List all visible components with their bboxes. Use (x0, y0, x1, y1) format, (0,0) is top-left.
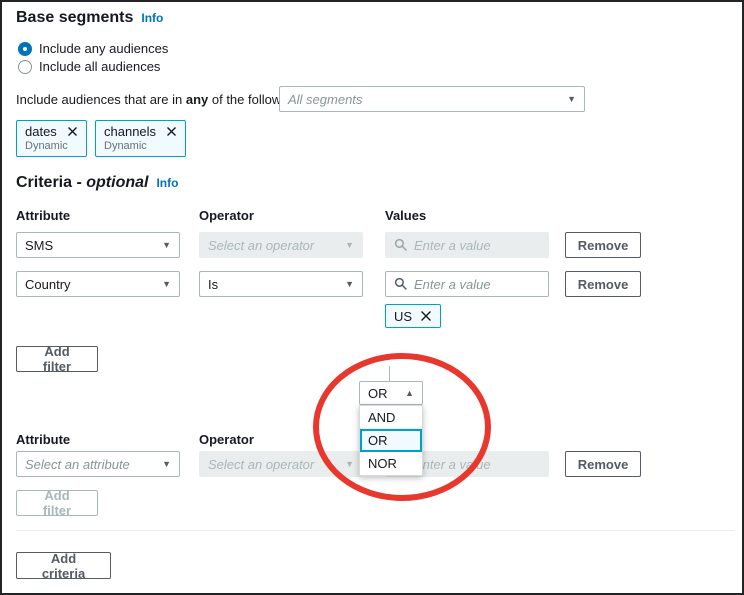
caret-down-icon: ▼ (345, 280, 354, 289)
radio-include-all-label: Include all audiences (39, 59, 160, 74)
close-icon[interactable] (67, 126, 78, 137)
logic-option-and[interactable]: AND (360, 406, 422, 429)
segment-tag-dates: dates Dynamic (16, 120, 87, 157)
segment-tag-channels: channels Dynamic (95, 120, 186, 157)
segments-select-placeholder: All segments (288, 92, 362, 107)
attribute-select-row2[interactable]: Country ▼ (16, 271, 180, 297)
include-label-prefix: Include audiences that are in (16, 92, 186, 107)
criteria-info-link[interactable]: Info (156, 176, 178, 190)
caret-up-icon: ▲ (405, 388, 414, 398)
remove-button-row2[interactable]: Remove (565, 271, 641, 297)
values-input-row1 (385, 232, 549, 258)
operator-select-placeholder: Select an operator (208, 457, 314, 472)
operator-column-label: Operator (199, 432, 254, 447)
criteria-title: Criteria - optional (16, 174, 148, 192)
segment-editor-panel: Base segments Info Include any audiences… (0, 0, 744, 595)
values-input-row2[interactable] (385, 271, 549, 297)
caret-down-icon: ▼ (345, 241, 354, 250)
segments-select[interactable]: All segments ▼ (279, 86, 585, 112)
page-title: Base segments (16, 9, 133, 27)
operator-select-placeholder: Select an operator (208, 238, 314, 253)
caret-down-icon: ▼ (567, 95, 576, 104)
radio-include-all[interactable]: Include all audiences (18, 59, 160, 74)
segment-tag-name: dates (25, 124, 57, 139)
radio-selected-icon[interactable] (18, 42, 32, 56)
operator-select-row1: Select an operator ▼ (199, 232, 363, 258)
radio-include-any-label: Include any audiences (39, 41, 168, 56)
criteria-header: Criteria - optional Info (16, 174, 178, 192)
caret-down-icon: ▼ (162, 241, 171, 250)
attribute-select-group2[interactable]: Select an attribute ▼ (16, 451, 180, 477)
caret-down-icon: ▼ (162, 280, 171, 289)
operator-select-row2[interactable]: Is ▼ (199, 271, 363, 297)
add-criteria-button[interactable]: Add criteria (16, 552, 111, 579)
logic-option-or[interactable]: OR (360, 429, 422, 452)
logic-operator-menu: AND OR NOR (359, 405, 423, 476)
base-segments-info-link[interactable]: Info (141, 11, 163, 25)
attribute-select-value: SMS (25, 238, 53, 253)
base-segments-header: Base segments Info (16, 9, 163, 27)
close-icon[interactable] (166, 126, 177, 137)
search-icon (394, 238, 408, 252)
caret-down-icon: ▼ (162, 460, 171, 469)
operator-select-value: Is (208, 277, 218, 292)
add-filter-button-group1[interactable]: Add filter (16, 346, 98, 372)
value-tag-label: US (394, 309, 412, 324)
caret-down-icon: ▼ (345, 460, 354, 469)
close-icon[interactable] (420, 310, 432, 322)
include-label-bold: any (186, 92, 208, 107)
attribute-column-label: Attribute (16, 432, 70, 447)
values-input-field (414, 238, 540, 253)
operator-select-group2: Select an operator ▼ (199, 451, 363, 477)
segment-tag-type: Dynamic (25, 140, 78, 152)
attribute-column-label: Attribute (16, 208, 70, 223)
remove-button-row1[interactable]: Remove (565, 232, 641, 258)
logic-option-nor[interactable]: NOR (360, 452, 422, 475)
segment-tag-type: Dynamic (104, 140, 177, 152)
attribute-select-row1[interactable]: SMS ▼ (16, 232, 180, 258)
logic-operator-dropdown[interactable]: OR ▲ (359, 381, 423, 405)
radio-unselected-icon[interactable] (18, 60, 32, 74)
attribute-select-placeholder: Select an attribute (25, 457, 130, 472)
values-input-field (414, 457, 540, 472)
remove-button-group2[interactable]: Remove (565, 451, 641, 477)
radio-include-any[interactable]: Include any audiences (18, 41, 168, 56)
segment-tag-name: channels (104, 124, 156, 139)
criteria-title-optional: optional (86, 174, 148, 191)
section-divider (16, 530, 735, 531)
search-icon (394, 277, 408, 291)
attribute-select-value: Country (25, 277, 71, 292)
operator-column-label: Operator (199, 208, 254, 223)
logic-operator-value: OR (368, 386, 388, 401)
include-audiences-label: Include audiences that are in any of the… (16, 92, 302, 107)
criteria-title-text: Criteria - (16, 174, 86, 191)
add-filter-button-group2: Add filter (16, 490, 98, 516)
values-column-label: Values (385, 208, 426, 223)
group-connector-line (389, 366, 390, 381)
values-input-field[interactable] (414, 277, 540, 292)
value-tag-us: US (385, 304, 441, 328)
